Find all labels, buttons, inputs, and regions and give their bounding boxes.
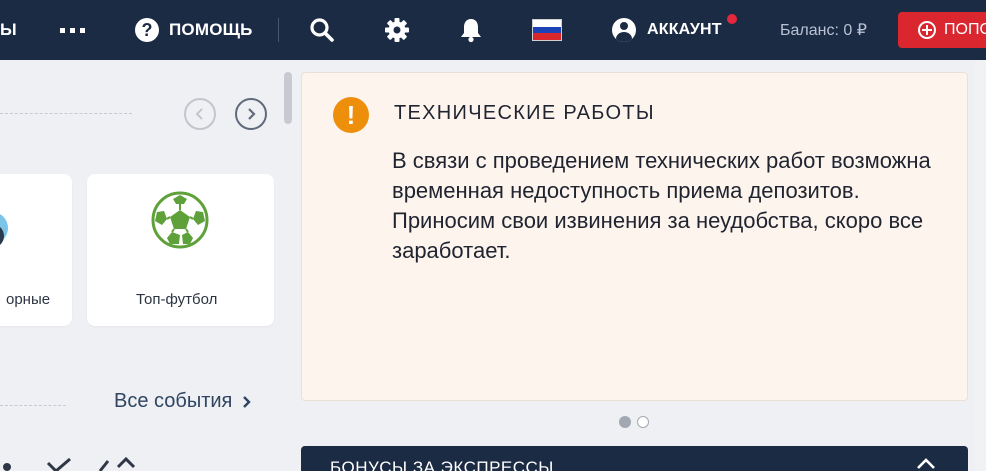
- exclamation-icon: !: [333, 97, 369, 133]
- carousel-prev-button[interactable]: [184, 98, 216, 130]
- left-panel-scrollbar[interactable]: [284, 72, 292, 124]
- settings-button[interactable]: [384, 0, 410, 60]
- pagination-dot-active[interactable]: [619, 416, 631, 428]
- chevron-right-icon: [243, 395, 252, 408]
- balance-label: Баланс: 0 ₽: [780, 22, 867, 39]
- bell-icon: [461, 19, 481, 43]
- russian-flag-icon: [532, 19, 562, 41]
- chevron-up-icon[interactable]: [915, 456, 937, 470]
- gear-icon: [385, 18, 409, 42]
- all-events-label: Все события: [114, 390, 233, 412]
- football-icon: [151, 191, 209, 249]
- chevron-left-icon: [195, 108, 203, 120]
- esports-icon: [0, 214, 8, 245]
- sport-icons-partial: [3, 456, 136, 471]
- deposit-button[interactable]: Пополнить: [898, 12, 986, 48]
- page-scrollbar[interactable]: [975, 60, 986, 471]
- sport-icons-row: [0, 455, 140, 471]
- card-label: орные: [6, 291, 51, 308]
- all-events-link[interactable]: Все события: [114, 390, 252, 413]
- account-button[interactable]: Аккаунт: [612, 0, 722, 60]
- card-label: Топ-футбол: [136, 291, 218, 308]
- top-navigation-bar: ы ? Помощь: [0, 0, 986, 60]
- nav-item-partial[interactable]: ы: [0, 0, 17, 60]
- notification-badge: [727, 14, 737, 24]
- help-label: Помощь: [169, 20, 253, 39]
- nav-item-partial-label: ы: [0, 20, 17, 39]
- account-label: Аккаунт: [647, 21, 722, 38]
- maintenance-notice: ! ТЕХНИЧЕСКИЕ РАБОТЫ В связи с проведени…: [301, 72, 968, 401]
- plus-circle-icon: [918, 21, 936, 39]
- express-bonus-panel[interactable]: Бонусы за экспрессы: [301, 446, 968, 471]
- chevron-right-icon: [248, 108, 256, 120]
- notice-body: В связи с проведением технических работ …: [392, 148, 931, 263]
- carousel-next-button[interactable]: [235, 98, 267, 130]
- more-menu-button[interactable]: [60, 0, 85, 60]
- notice-title: ТЕХНИЧЕСКИЕ РАБОТЫ: [394, 102, 655, 124]
- section-divider: [0, 405, 66, 406]
- notifications-button[interactable]: [459, 0, 483, 60]
- search-button[interactable]: [309, 0, 335, 60]
- sport-card-top-football[interactable]: Топ-футбол: [87, 174, 274, 326]
- balance-display[interactable]: Баланс: 0 ₽: [780, 0, 867, 60]
- dots-icon: [60, 27, 85, 33]
- section-divider: [0, 113, 132, 114]
- language-selector[interactable]: [532, 0, 562, 60]
- bonus-title: Бонусы за экспрессы: [330, 458, 554, 471]
- question-circle-icon: ?: [135, 18, 159, 42]
- sport-card-esports[interactable]: орные: [0, 174, 72, 326]
- search-icon: [310, 18, 334, 42]
- deposit-label: Пополнить: [944, 21, 986, 38]
- nav-divider: [278, 18, 279, 42]
- help-link[interactable]: ? Помощь: [135, 0, 253, 60]
- user-icon: [612, 18, 636, 42]
- pagination-dot[interactable]: [637, 416, 649, 428]
